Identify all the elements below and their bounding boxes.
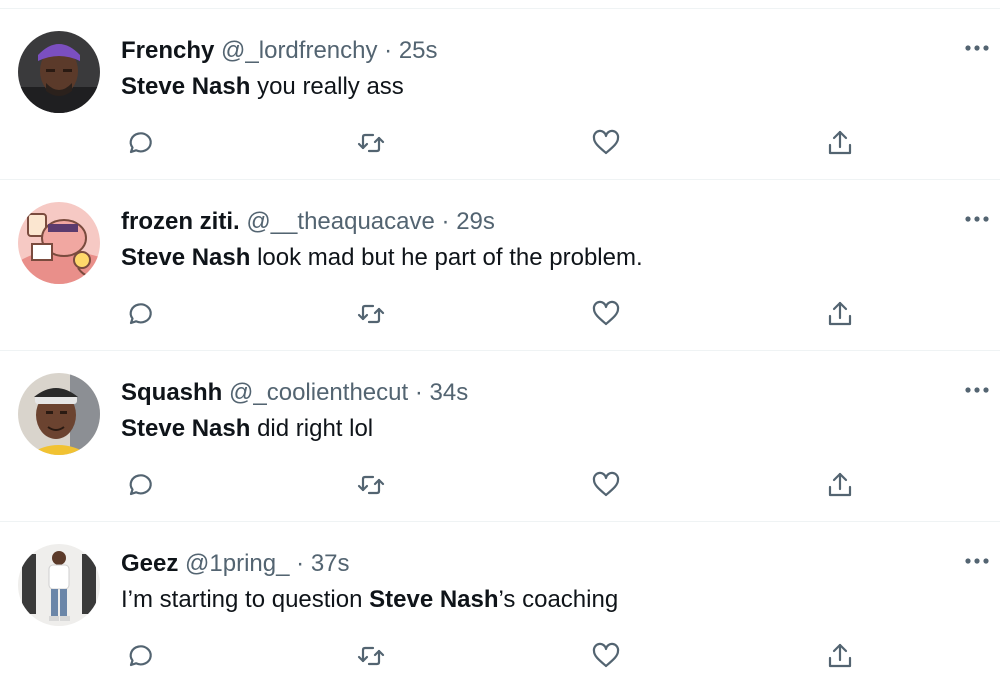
- user-avatar-cartoon-icon: [18, 202, 100, 284]
- share-button[interactable]: [823, 126, 857, 160]
- display-name[interactable]: frozen ziti.: [121, 208, 240, 235]
- separator-dot: ·: [441, 208, 450, 235]
- tweet-text-post: you really ass: [250, 73, 404, 100]
- tweet-actions: [121, 126, 861, 160]
- share-button[interactable]: [823, 297, 857, 331]
- heart-icon: [592, 471, 620, 497]
- share-button[interactable]: [823, 639, 857, 673]
- reply-button[interactable]: [121, 639, 155, 673]
- like-button[interactable]: [589, 639, 623, 673]
- display-name[interactable]: Squashh: [121, 379, 222, 406]
- more-options-button[interactable]: [962, 375, 992, 405]
- mention-highlight: Steve Nash: [121, 73, 251, 100]
- avatar[interactable]: [18, 31, 100, 113]
- like-button[interactable]: [589, 468, 623, 502]
- reply-button[interactable]: [121, 468, 155, 502]
- reply-icon: [129, 645, 152, 667]
- tweet-text-pre: I’m starting to question: [121, 586, 370, 613]
- tweet-feed: Frenchy @_lordfrenchy · 25s Steve Nash y…: [0, 9, 1000, 685]
- reply-button[interactable]: [121, 126, 155, 160]
- more-options-button[interactable]: [962, 546, 992, 576]
- tweet-text: Steve Nash look mad but he part of the p…: [121, 243, 643, 273]
- more-dots-icon: [965, 45, 989, 51]
- more-options-button[interactable]: [962, 204, 992, 234]
- user-avatar-standing-icon: [18, 544, 100, 626]
- mention-highlight: Steve Nash: [121, 244, 251, 271]
- heart-icon: [592, 300, 620, 326]
- retweet-icon: [357, 304, 385, 324]
- mention-highlight: Steve Nash: [121, 415, 251, 442]
- tweet[interactable]: Squashh @_coolienthecut · 34s Steve Nash…: [0, 351, 1000, 522]
- share-icon: [828, 643, 852, 668]
- user-avatar-headband-icon: [18, 373, 100, 455]
- mention-highlight: Steve Nash: [369, 586, 499, 613]
- user-handle[interactable]: @1pring_: [185, 550, 289, 577]
- share-icon: [828, 472, 852, 497]
- display-name[interactable]: Geez: [121, 550, 178, 577]
- user-handle[interactable]: @_coolienthecut: [229, 379, 408, 406]
- tweet-header: Frenchy @_lordfrenchy · 25s: [121, 36, 438, 66]
- separator-dot: ·: [384, 37, 393, 64]
- user-handle[interactable]: @__theaquacave: [246, 208, 435, 235]
- timestamp[interactable]: 29s: [456, 208, 495, 235]
- avatar[interactable]: [18, 544, 100, 626]
- like-button[interactable]: [589, 126, 623, 160]
- tweet-header: Geez @1pring_ · 37s: [121, 549, 350, 579]
- tweet-actions: [121, 468, 861, 502]
- tweet-text-post: did right lol: [250, 415, 374, 442]
- avatar[interactable]: [18, 373, 100, 455]
- tweet-text: Steve Nash did right lol: [121, 414, 373, 444]
- tweet-header: frozen ziti. @__theaquacave · 29s: [121, 207, 495, 237]
- tweet-actions: [121, 297, 861, 331]
- display-name[interactable]: Frenchy: [121, 37, 214, 64]
- timestamp[interactable]: 34s: [430, 379, 469, 406]
- retweet-icon: [357, 475, 385, 495]
- tweet-text-post: look mad but he part of the problem.: [250, 244, 643, 271]
- timestamp[interactable]: 25s: [399, 37, 438, 64]
- user-avatar-purple-cap-icon: [18, 31, 100, 113]
- share-icon: [828, 130, 852, 155]
- tweet[interactable]: frozen ziti. @__theaquacave · 29s Steve …: [0, 180, 1000, 351]
- user-handle[interactable]: @_lordfrenchy: [221, 37, 377, 64]
- tweet[interactable]: Frenchy @_lordfrenchy · 25s Steve Nash y…: [0, 9, 1000, 180]
- tweet-text: Steve Nash you really ass: [121, 72, 404, 102]
- like-button[interactable]: [589, 297, 623, 331]
- tweet-text: I’m starting to question Steve Nash’s co…: [121, 585, 618, 615]
- reply-icon: [129, 303, 152, 325]
- heart-icon: [592, 642, 620, 668]
- tweet-header: Squashh @_coolienthecut · 34s: [121, 378, 468, 408]
- more-dots-icon: [965, 387, 989, 393]
- avatar[interactable]: [18, 202, 100, 284]
- share-icon: [828, 301, 852, 326]
- heart-icon: [592, 129, 620, 155]
- separator-dot: ·: [414, 379, 423, 406]
- retweet-button[interactable]: [354, 468, 388, 502]
- timestamp[interactable]: 37s: [311, 550, 350, 577]
- retweet-button[interactable]: [354, 639, 388, 673]
- retweet-icon: [357, 133, 385, 153]
- tweet-text-post: ’s coaching: [498, 586, 619, 613]
- retweet-icon: [357, 646, 385, 666]
- reply-icon: [129, 132, 152, 154]
- share-button[interactable]: [823, 468, 857, 502]
- retweet-button[interactable]: [354, 126, 388, 160]
- more-options-button[interactable]: [962, 33, 992, 63]
- reply-icon: [129, 474, 152, 496]
- reply-button[interactable]: [121, 297, 155, 331]
- separator-dot: ·: [296, 550, 305, 577]
- tweet-actions: [121, 639, 861, 673]
- more-dots-icon: [965, 558, 989, 564]
- more-dots-icon: [965, 216, 989, 222]
- tweet[interactable]: Geez @1pring_ · 37s I’m starting to ques…: [0, 522, 1000, 685]
- retweet-button[interactable]: [354, 297, 388, 331]
